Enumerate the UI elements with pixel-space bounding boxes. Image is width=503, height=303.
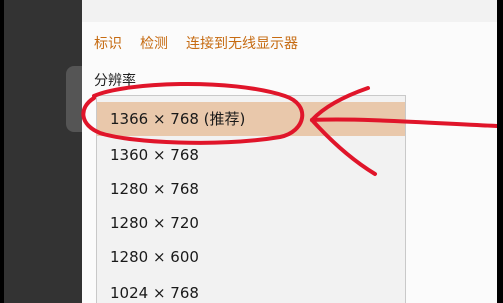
top-strip: [82, 0, 499, 22]
resolution-option-1280x720[interactable]: 1280 × 720: [97, 206, 405, 240]
detect-link[interactable]: 检测: [140, 33, 168, 53]
left-side-tab: [66, 66, 82, 132]
resolution-option-1280x768[interactable]: 1280 × 768: [97, 172, 405, 206]
left-blurred-region: [4, 0, 82, 303]
resolution-label: 分辨率: [94, 73, 136, 89]
right-edge: [497, 0, 503, 303]
resolution-option-1366x768[interactable]: 1366 × 768 (推荐): [97, 102, 405, 136]
header-links: 标识 检测 连接到无线显示器: [94, 33, 298, 53]
connect-wireless-display-link[interactable]: 连接到无线显示器: [186, 33, 298, 53]
resolution-option-1024x768[interactable]: 1024 × 768: [97, 276, 405, 303]
resolution-option-1360x768[interactable]: 1360 × 768: [97, 138, 405, 172]
identify-link[interactable]: 标识: [94, 33, 122, 53]
resolution-option-1280x600[interactable]: 1280 × 600: [97, 240, 405, 274]
resolution-dropdown-list[interactable]: 1366 × 768 (推荐) 1360 × 768 1280 × 768 12…: [96, 95, 406, 303]
screenshot-frame: 标识 检测 连接到无线显示器 分辨率 1366 × 768 (推荐) 1360 …: [0, 0, 503, 303]
